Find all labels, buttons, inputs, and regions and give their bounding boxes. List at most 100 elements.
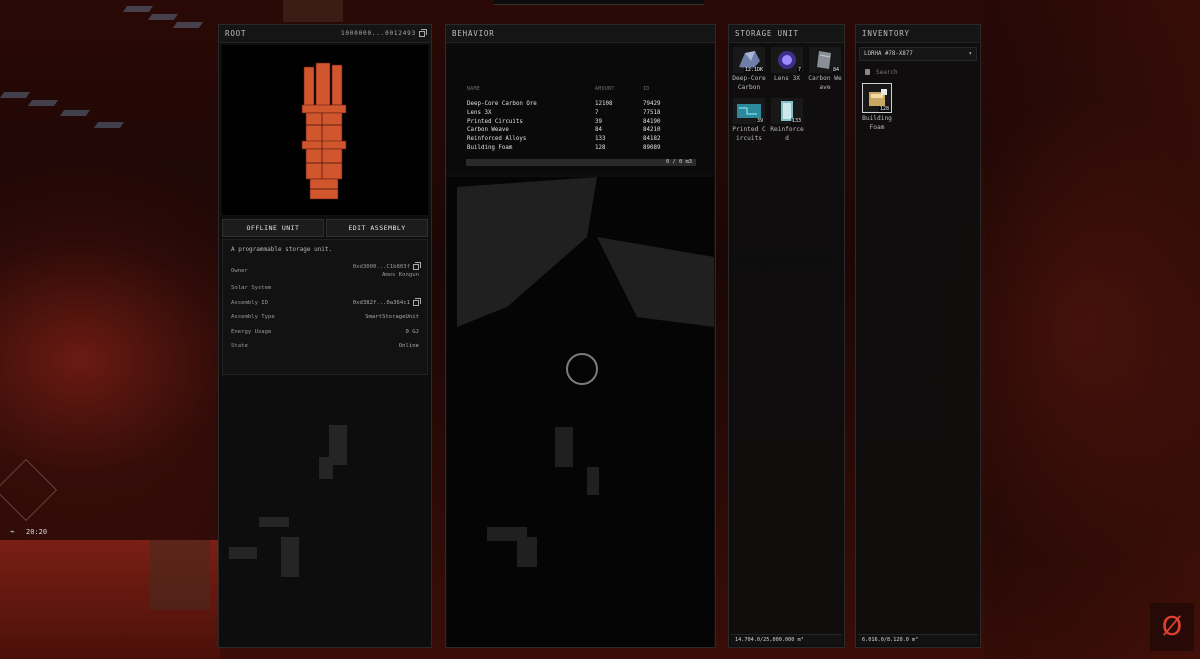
capacity-bar: 0 / 0 m3: [466, 159, 696, 166]
item-thumbnail: 7: [771, 47, 803, 73]
hud-clock: ⌁ 20:20: [10, 527, 48, 537]
storage-header: STORAGE UNIT: [729, 25, 844, 43]
info-label: Energy Usage: [231, 328, 272, 335]
cell-amount: 7: [595, 109, 599, 116]
table-row: Building Foam 128 89089: [467, 144, 697, 153]
storage-item[interactable]: 39 Printed Circuits: [732, 98, 766, 143]
info-label: Owner: [231, 268, 248, 274]
item-name: Deep-Core Carbon: [732, 75, 766, 91]
navigation-diamond-icon[interactable]: [0, 458, 58, 522]
item-thumbnail: 39: [733, 98, 765, 124]
search-icon: [865, 69, 870, 75]
cell-name: Deep-Core Carbon Ore: [467, 101, 537, 107]
inventory-panel: INVENTORY LORHA #78-X877 ▾ Search 128 Bu…: [855, 24, 981, 648]
inventory-selector[interactable]: LORHA #78-X877 ▾: [859, 47, 977, 61]
cell-amount: 84: [595, 127, 602, 134]
chevron-down-icon: ▾: [968, 51, 973, 57]
cell-name: Reinforced Alloys: [467, 136, 527, 143]
inventory-capacity: 6.016.0/8.120.0 m³: [858, 634, 978, 645]
info-row-state: State Online: [231, 339, 419, 354]
capacity-label: 0 / 0 m3: [666, 159, 692, 165]
storage-item[interactable]: 133 Reinforced: [770, 98, 804, 143]
item-quantity: 128: [878, 106, 890, 112]
info-value: SmartStorageUnit: [365, 314, 419, 321]
cell-id: 84182: [643, 136, 661, 143]
behavior-empty-area: [447, 177, 714, 647]
item-quantity: 7: [796, 67, 802, 73]
background-silhouette: [229, 425, 347, 577]
storage-item[interactable]: 84 Carbon Weave: [808, 47, 842, 92]
storage-panel: STORAGE UNIT 12.1DK Deep-Core Carbon 7 L…: [728, 24, 845, 648]
cell-id: 89089: [643, 144, 661, 151]
cell-amount: 39: [595, 118, 602, 125]
owner-address: 0xd3000...C1b803f: [352, 264, 410, 270]
background-structure: [150, 540, 210, 610]
info-label: State: [231, 343, 248, 350]
edit-assembly-button[interactable]: EDIT ASSEMBLY: [326, 219, 428, 237]
behavior-panel: BEHAVIOR NAME AMOUNT ID Deep-Core Carbon…: [445, 24, 716, 648]
behavior-content: NAME AMOUNT ID Deep-Core Carbon Ore 1210…: [447, 45, 714, 175]
table-row: Reinforced Alloys 133 84182: [467, 135, 697, 144]
background-chevron: [27, 100, 59, 106]
item-name: Carbon Weave: [808, 75, 842, 91]
info-value: Online: [398, 343, 419, 350]
inventory-search[interactable]: Search: [859, 65, 977, 79]
item-name: Reinforced: [770, 126, 804, 142]
cell-amount: 133: [595, 136, 606, 143]
storage-item[interactable]: 12.1DK Deep-Core Carbon: [732, 47, 766, 92]
background-chevron: [147, 14, 179, 20]
cell-name: Printed Circuits: [467, 118, 523, 125]
table-row: Deep-Core Carbon Ore 12108 79429: [467, 100, 697, 109]
root-id: 1000000...0012493: [340, 28, 427, 37]
item-thumbnail: 128: [862, 83, 892, 113]
table-row: Carbon Weave 84 84210: [467, 126, 697, 135]
offline-unit-button[interactable]: OFFLINE UNIT: [222, 219, 324, 237]
item-name: Printed Circuits: [732, 126, 766, 142]
info-row-solar-system: Solar System: [231, 281, 419, 296]
root-panel: ROOT 1000000...0012493 OFFLINE UNIT EDIT…: [218, 24, 432, 648]
background-chevron: [0, 92, 31, 98]
signal-icon: ⌁: [10, 527, 15, 536]
item-quantity: 133: [790, 118, 802, 124]
column-header: ID: [643, 87, 650, 92]
background-chevron: [59, 110, 91, 116]
copy-icon[interactable]: [413, 262, 421, 270]
cell-name: Lens 3X: [467, 109, 492, 116]
clock-time: 20:20: [26, 528, 48, 536]
assembly-description: A programmable storage unit.: [231, 246, 333, 253]
table-row: Lens 3X 7 77518: [467, 109, 697, 118]
info-row-assembly-id: Assembly ID 0xd382f...0a364c1: [231, 296, 421, 311]
item-name: Building Foam: [862, 115, 892, 131]
background-silhouette: [457, 177, 714, 567]
root-id-text: 1000000...0012493: [340, 30, 416, 37]
background-chevron: [172, 22, 204, 28]
cell-id: 84210: [643, 127, 661, 134]
search-placeholder: Search: [876, 68, 898, 76]
storage-unit-model-icon: [301, 62, 347, 200]
background-glow: [985, 0, 1200, 659]
inventory-selected: LORHA #78-X877: [864, 51, 913, 57]
behavior-table: NAME AMOUNT ID Deep-Core Carbon Ore 1210…: [467, 87, 697, 153]
background-chevron: [122, 6, 154, 12]
copy-icon[interactable]: [419, 28, 427, 37]
info-label: Assembly Type: [231, 314, 275, 321]
cell-amount: 128: [595, 144, 606, 151]
item-quantity: 12.1DK: [743, 67, 764, 73]
info-row-energy-usage: Energy Usage 0 GJ: [231, 325, 419, 340]
item-name: Lens 3X: [773, 75, 801, 82]
corner-logo-icon[interactable]: Ø: [1150, 603, 1194, 651]
item-thumbnail: 12.1DK: [733, 47, 765, 73]
info-row-assembly-type: Assembly Type SmartStorageUnit: [231, 310, 419, 325]
storage-item[interactable]: 7 Lens 3X: [770, 47, 804, 92]
root-header: ROOT 1000000...0012493: [219, 25, 431, 43]
item-thumbnail: 133: [771, 98, 803, 124]
assembly-info: A programmable storage unit. Owner 0xd30…: [222, 239, 428, 375]
storage-title: STORAGE UNIT: [735, 29, 799, 38]
info-label: Assembly ID: [231, 299, 269, 306]
item-quantity: 84: [831, 67, 840, 73]
column-header: NAME: [467, 87, 481, 92]
inventory-item[interactable]: 128 Building Foam: [860, 83, 894, 132]
table-header: NAME AMOUNT ID: [467, 87, 697, 92]
info-value: 0xd382f...0a364c1: [353, 297, 421, 306]
copy-icon[interactable]: [413, 297, 421, 306]
